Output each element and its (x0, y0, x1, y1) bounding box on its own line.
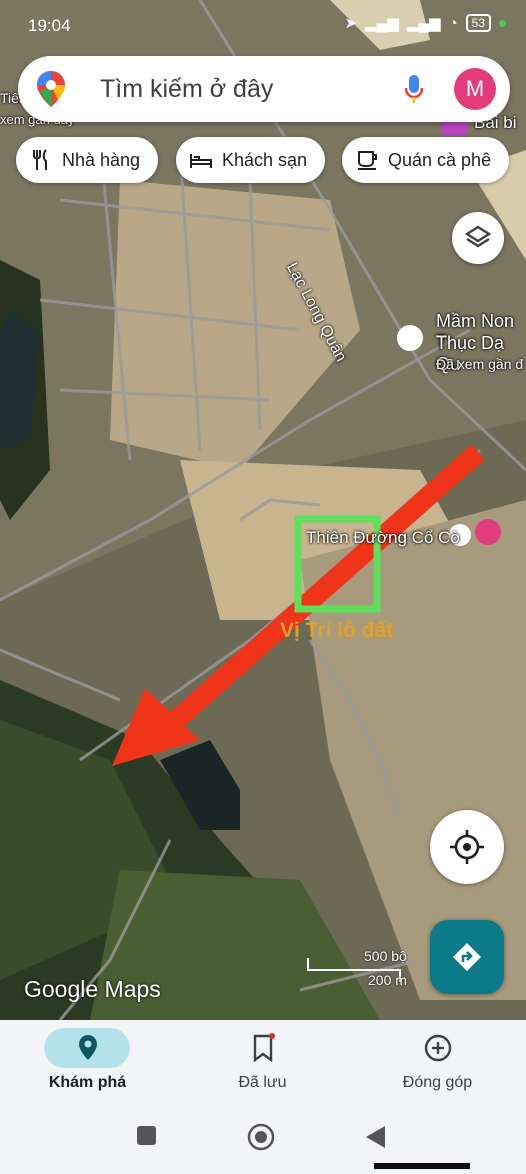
nav-contribute[interactable]: Đóng góp (350, 1020, 525, 1106)
directions-button[interactable] (430, 920, 504, 994)
account-avatar[interactable]: M (454, 68, 496, 110)
layers-button[interactable] (452, 212, 504, 264)
bed-icon (190, 154, 212, 168)
nav-explore[interactable]: Khám phá (0, 1020, 175, 1106)
scale-top: 500 bộ (364, 948, 407, 964)
search-placeholder[interactable]: Tìm kiếm ở đây (100, 75, 273, 104)
directions-icon (453, 943, 481, 971)
chip-hotels-label: Khách sạn (222, 149, 308, 170)
status-bar: 19:04 ➤ ▂▄▆ ▂▄▆ ◔ 53 (0, 0, 526, 50)
scale-bottom: 200 m (368, 972, 407, 988)
search-bar[interactable]: Tìm kiếm ở đây M (18, 56, 510, 122)
nav-explore-label: Khám phá (48, 1074, 127, 1091)
add-circle-icon (424, 1034, 451, 1062)
back-icon[interactable] (366, 1126, 385, 1148)
system-navigation-bar (0, 1106, 526, 1169)
chip-restaurants-label: Nhà hàng (62, 149, 141, 170)
fork-knife-icon (33, 149, 47, 170)
status-dot-icon (499, 19, 506, 27)
battery-icon: 53 (465, 14, 491, 32)
bookmark-icon (253, 1033, 275, 1063)
layers-icon (464, 225, 492, 248)
crosshair-icon (450, 830, 484, 864)
plot-label: Vị Trí lô đất (280, 619, 394, 642)
nav-contribute-label: Đóng góp (402, 1074, 473, 1091)
gesture-indicator (374, 1163, 470, 1169)
chip-restaurants[interactable]: Nhà hàng (16, 137, 159, 183)
google-maps-watermark: Google Maps (24, 976, 161, 1002)
my-location-button[interactable] (430, 810, 504, 884)
chip-cafes-label: Quán cà phê (388, 149, 492, 170)
bottom-navigation: Khám phá Đã lưu Đóng góp (0, 1020, 526, 1106)
chip-cafes[interactable]: Quán cà phê (342, 137, 510, 183)
chip-hotels[interactable]: Khách sạn (176, 137, 326, 183)
signal-icon: ▂▄▆ (365, 15, 399, 32)
location-arrow-icon: ➤ (344, 15, 358, 32)
nav-saved[interactable]: Đã lưu (175, 1020, 350, 1106)
wifi-icon: ◔ (448, 14, 458, 32)
recent-apps-icon[interactable] (137, 1126, 156, 1145)
status-time: 19:04 (28, 16, 71, 35)
nav-saved-label: Đã lưu (238, 1074, 287, 1091)
coffee-cup-icon (358, 151, 377, 170)
location-pin-icon (78, 1035, 97, 1060)
poi-label-2[interactable]: Thiên Đường Cổ Cò (306, 528, 460, 548)
google-maps-pin-icon (37, 71, 65, 107)
microphone-icon[interactable] (404, 74, 424, 104)
poi-label-1-line3: Đã xem gần đ (436, 356, 524, 372)
signal-icon-2: ▂▄▆ (406, 15, 441, 32)
